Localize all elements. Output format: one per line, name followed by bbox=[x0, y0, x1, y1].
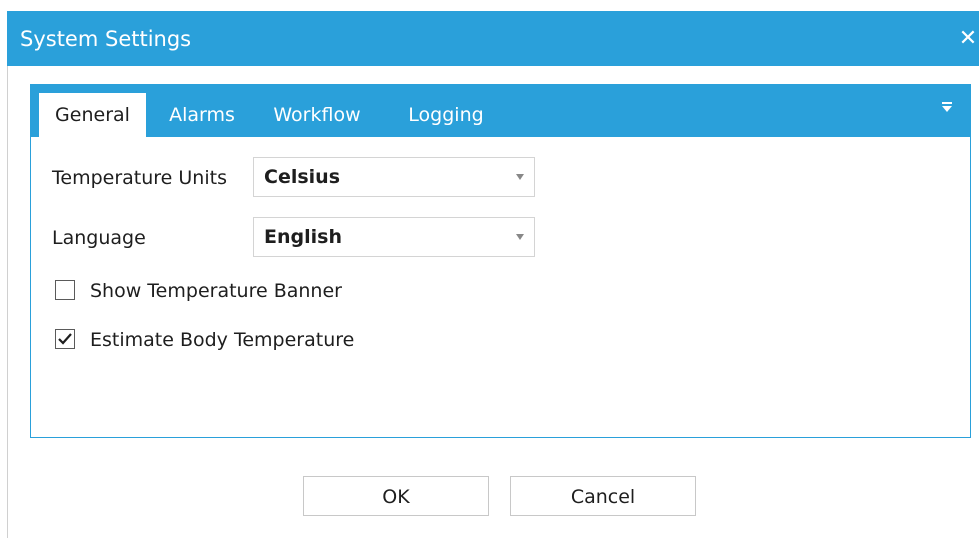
chevron-down-icon[interactable] bbox=[940, 99, 954, 113]
temperature-units-select[interactable]: Celsius bbox=[253, 157, 535, 197]
ok-button[interactable]: OK bbox=[303, 476, 489, 516]
settings-tab-panel: General Alarms Workflow Logging Temperat… bbox=[30, 84, 971, 438]
window-title: System Settings bbox=[20, 27, 192, 51]
dropdown-arrow-icon bbox=[516, 234, 524, 240]
cancel-button[interactable]: Cancel bbox=[510, 476, 696, 516]
tab-general[interactable]: General bbox=[39, 93, 146, 137]
show-temperature-banner-label: Show Temperature Banner bbox=[90, 280, 342, 302]
estimate-body-temperature-label: Estimate Body Temperature bbox=[90, 329, 355, 351]
checkmark-icon bbox=[58, 333, 72, 345]
estimate-body-temperature-checkbox[interactable] bbox=[55, 329, 75, 349]
title-bar[interactable]: System Settings ✕ bbox=[7, 11, 979, 66]
tab-alarms[interactable]: Alarms bbox=[154, 93, 250, 137]
language-label: Language bbox=[52, 227, 146, 249]
temperature-units-label: Temperature Units bbox=[52, 167, 227, 189]
window-border bbox=[7, 66, 8, 538]
estimate-body-temperature-option[interactable]: Estimate Body Temperature bbox=[55, 328, 395, 352]
settings-dialog: System Settings ✕ General Alarms Workflo… bbox=[0, 0, 979, 538]
show-temperature-banner-option[interactable]: Show Temperature Banner bbox=[55, 279, 385, 303]
close-icon[interactable]: ✕ bbox=[957, 25, 979, 53]
language-value: English bbox=[264, 226, 342, 248]
tab-logging[interactable]: Logging bbox=[394, 93, 498, 137]
tab-workflow[interactable]: Workflow bbox=[262, 93, 372, 137]
language-select[interactable]: English bbox=[253, 217, 535, 257]
tab-strip: General Alarms Workflow Logging bbox=[31, 85, 970, 137]
dropdown-arrow-icon bbox=[516, 174, 524, 180]
temperature-units-value: Celsius bbox=[264, 166, 340, 188]
show-temperature-banner-checkbox[interactable] bbox=[55, 280, 75, 300]
